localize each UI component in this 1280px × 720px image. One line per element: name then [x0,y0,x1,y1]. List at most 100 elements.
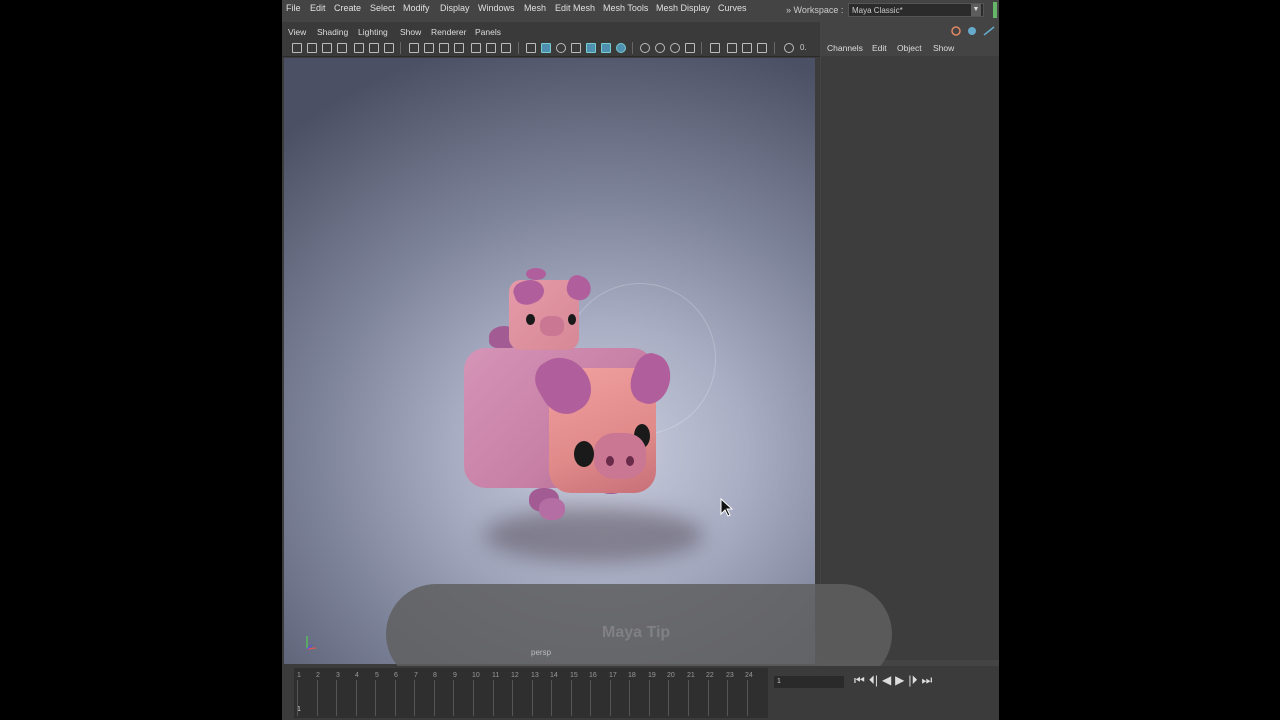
timeline-tick [355,680,357,716]
frame-number: 8 [433,672,437,679]
safe-action-icon[interactable] [486,43,496,53]
timeline-tick [375,680,377,716]
camera-attributes-icon[interactable] [307,43,317,53]
menu-modify[interactable]: Modify [403,3,430,13]
screen-space-ao-icon[interactable] [640,43,650,53]
camera-icon[interactable] [292,43,302,53]
menu-curves[interactable]: Curves [718,3,747,13]
frame-number: 20 [667,672,675,679]
frame-number: 24 [745,672,753,679]
viewport-menu-panels[interactable]: Panels [475,27,501,37]
main-menu-bar: File Edit Create Select Modify Display W… [282,0,999,20]
brush-icon[interactable] [384,43,394,53]
step-forward-key-icon[interactable]: |⏵ [908,673,917,687]
menu-select[interactable]: Select [370,3,395,13]
play-forward-icon[interactable]: ▶ [895,673,904,687]
3d-viewport[interactable] [284,58,815,664]
gear-icon[interactable] [784,43,794,53]
chevron-down-icon: ▼ [971,4,981,16]
pencil-icon[interactable] [354,43,364,53]
menu-mesh[interactable]: Mesh [524,3,546,13]
exposure-value[interactable]: 0. [800,43,807,52]
current-frame-field[interactable]: 1 [774,676,844,688]
attribute-editor-icon[interactable] [951,26,961,36]
small-pig-eye [568,314,576,325]
menu-mesh-display[interactable]: Mesh Display [656,3,710,13]
menu-overflow-icon[interactable]: » [786,5,791,15]
workspace-select[interactable]: Maya Classic* ▼ [848,3,984,17]
xray-joints-icon[interactable] [742,43,752,53]
menu-edit-mesh[interactable]: Edit Mesh [555,3,595,13]
channel-box-menu-object[interactable]: Object [897,43,922,53]
frame-number: 2 [316,672,320,679]
frame-number: 3 [336,672,340,679]
timeline-tick [297,680,298,716]
toolbar-divider [518,42,519,54]
toolbar-divider [774,42,775,54]
wireframe-on-shaded-icon[interactable] [571,43,581,53]
go-to-end-icon[interactable]: ⏭ [922,673,933,687]
use-all-lights-icon[interactable] [601,43,611,53]
timeline-tick [492,680,494,716]
workspace-indicator [993,2,997,18]
isolate-select-icon[interactable] [710,43,720,53]
step-back-key-icon[interactable]: ⏴| [869,673,878,687]
timeline-tick [746,680,748,716]
timeline-tick [394,680,396,716]
menu-create[interactable]: Create [334,3,361,13]
big-pig-snout [594,433,646,479]
grease-pencil-icon[interactable] [369,43,379,53]
viewport-menu-view[interactable]: View [288,27,306,37]
resolution-gate-icon[interactable] [439,43,449,53]
viewport-toolbar: 0. [282,40,820,57]
multisample-aa-icon[interactable] [670,43,680,53]
bookmark-icon[interactable] [322,43,332,53]
motion-blur-icon[interactable] [655,43,665,53]
image-plane-icon[interactable] [337,43,347,53]
grid-icon[interactable] [409,43,419,53]
channel-box-menu-channels[interactable]: Channels [827,43,863,53]
viewport-menu-renderer[interactable]: Renderer [431,27,466,37]
textured-icon[interactable] [586,43,596,53]
xray-icon[interactable] [727,43,737,53]
frame-number: 16 [589,672,597,679]
frame-number: 13 [531,672,539,679]
depth-of-field-icon[interactable] [685,43,695,53]
ground-shadow [484,508,704,563]
smooth-shade-icon[interactable] [541,43,551,53]
menu-file[interactable]: File [286,3,301,13]
tool-settings-icon[interactable] [968,27,976,35]
viewport-menu-shading[interactable]: Shading [317,27,348,37]
wireframe-icon[interactable] [526,43,536,53]
frame-number: 7 [414,672,418,679]
panel-icons-group [951,26,995,36]
shadows-icon[interactable] [616,43,626,53]
timeline-tick [551,680,553,716]
menu-windows[interactable]: Windows [478,3,515,13]
channel-box-menu-edit[interactable]: Edit [872,43,887,53]
workspace-label-wrap: » Workspace : [786,5,843,15]
xray-active-icon[interactable] [757,43,767,53]
channel-box-icon[interactable] [983,26,995,36]
small-pig-ear [526,268,546,280]
go-to-start-icon[interactable]: ⏮ [854,673,865,687]
field-chart-icon[interactable] [471,43,481,53]
workspace-label: Workspace : [793,5,844,15]
film-gate-icon[interactable] [424,43,434,53]
viewport-menu-show[interactable]: Show [400,27,421,37]
frame-number: 22 [706,672,714,679]
use-default-material-icon[interactable] [556,43,566,53]
menu-edit[interactable]: Edit [310,3,326,13]
menu-display[interactable]: Display [440,3,470,13]
big-pig-nostril [626,456,634,466]
time-slider-ticks[interactable]: 1 2 3 4 5 6 7 8 9 10 11 12 13 14 15 16 1… [294,668,768,718]
viewport-menu-lighting[interactable]: Lighting [358,27,388,37]
frame-number: 17 [609,672,617,679]
safe-title-icon[interactable] [501,43,511,53]
gate-mask-icon[interactable] [454,43,464,53]
frame-number: 10 [472,672,480,679]
viewport-panel: View Shading Lighting Show Renderer Pane… [282,22,820,666]
channel-box-menu-show[interactable]: Show [933,43,954,53]
step-back-frame-icon[interactable]: ◀ [882,673,891,687]
menu-mesh-tools[interactable]: Mesh Tools [603,3,648,13]
